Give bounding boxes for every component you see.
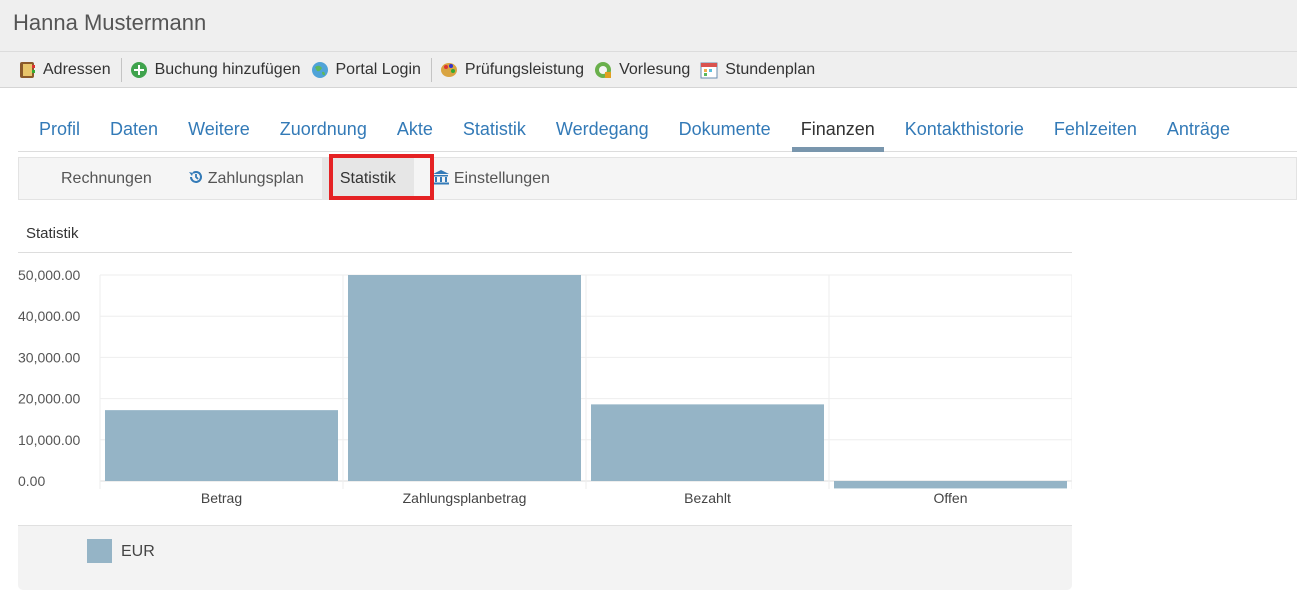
tab-profil[interactable]: Profil — [30, 108, 89, 152]
toolbar-label: Vorlesung — [619, 60, 691, 78]
toolbar-label: Portal Login — [335, 60, 421, 78]
main-tabs: Profil Daten Weitere Zuordnung Akte Stat… — [18, 108, 1297, 152]
x-tick-label: Betrag — [201, 490, 242, 506]
tab-fehlzeiten[interactable]: Fehlzeiten — [1045, 108, 1146, 152]
finance-subtabs: Rechnungen Zahlungsplan Statistik Einste… — [18, 154, 1297, 200]
y-tick-label: 50,000.00 — [18, 267, 80, 283]
tab-finanzen[interactable]: Finanzen — [791, 108, 884, 152]
subtab-label: Einstellungen — [453, 169, 550, 187]
lecture-icon — [594, 61, 612, 79]
x-tick-label: Zahlungsplanbetrag — [403, 490, 527, 506]
tab-antraege[interactable]: Anträge — [1158, 108, 1239, 152]
panel-title: Statistik — [18, 212, 1072, 253]
toolbar-label: Adressen — [43, 60, 111, 78]
y-tick-label: 10,000.00 — [18, 432, 80, 448]
page-title: Hanna Mustermann — [13, 10, 207, 35]
calendar-icon — [700, 61, 718, 79]
tab-kontakthistorie[interactable]: Kontakthistorie — [896, 108, 1033, 152]
toolbar-adressen[interactable]: Adressen — [18, 61, 111, 79]
bank-icon — [432, 169, 450, 189]
tab-akte[interactable]: Akte — [388, 108, 442, 152]
toolbar-buchung[interactable]: Buchung hinzufügen — [130, 61, 301, 79]
palette-icon — [440, 61, 458, 79]
tab-dokumente[interactable]: Dokumente — [670, 108, 780, 152]
x-tick-label: Bezahlt — [684, 490, 731, 506]
legend-label: EUR — [121, 543, 155, 560]
y-tick-label: 20,000.00 — [18, 391, 80, 407]
toolbar-label: Stundenplan — [725, 60, 816, 78]
subtab-einstellungen[interactable]: Einstellungen — [414, 158, 568, 200]
statistics-panel: Statistik 0.00 10,000.00 20,000.00 30,000.0… — [18, 212, 1072, 590]
toolbar: Adressen Buchung hinzufügen Portal Login… — [0, 52, 1297, 88]
subtab-rechnungen[interactable]: Rechnungen — [43, 158, 170, 200]
history-icon — [188, 169, 204, 189]
tab-werdegang[interactable]: Werdegang — [547, 108, 658, 152]
tab-statistik[interactable]: Statistik — [454, 108, 535, 152]
address-book-icon — [18, 61, 36, 79]
chart-legend: EUR — [18, 525, 1072, 590]
legend-swatch — [87, 539, 112, 563]
tab-zuordnung[interactable]: Zuordnung — [271, 108, 376, 152]
chart-bar — [348, 275, 581, 481]
subtab-label: Zahlungsplan — [207, 169, 304, 187]
app-header: Hanna Mustermann — [0, 0, 1297, 52]
separator — [120, 57, 122, 82]
highlight-box — [329, 154, 434, 200]
toolbar-portal-login[interactable]: Portal Login — [311, 61, 421, 79]
toolbar-pruefungsleistung[interactable]: Prüfungsleistung — [440, 61, 584, 79]
globe-icon — [311, 61, 329, 79]
y-tick-label: 30,000.00 — [18, 349, 80, 365]
toolbar-vorlesung[interactable]: Vorlesung — [594, 61, 690, 79]
chart-bar — [591, 404, 824, 481]
toolbar-label: Prüfungsleistung — [464, 60, 585, 78]
subtab-label: Rechnungen — [61, 169, 152, 187]
y-tick-label: 40,000.00 — [18, 308, 80, 324]
toolbar-stundenplan[interactable]: Stundenplan — [700, 61, 815, 79]
x-tick-label: Offen — [934, 490, 968, 506]
toolbar-label: Buchung hinzufügen — [154, 60, 301, 78]
tab-daten[interactable]: Daten — [101, 108, 167, 152]
plus-circle-icon — [130, 61, 148, 79]
separator — [430, 57, 432, 82]
y-tick-label: 0.00 — [18, 473, 45, 489]
subtab-zahlungsplan[interactable]: Zahlungsplan — [170, 158, 322, 200]
tab-weitere[interactable]: Weitere — [179, 108, 259, 152]
chart-bar — [834, 481, 1067, 489]
chart-bar — [105, 410, 338, 481]
bar-chart: 0.00 10,000.00 20,000.00 30,000.00 40,000.00… — [18, 267, 1072, 506]
